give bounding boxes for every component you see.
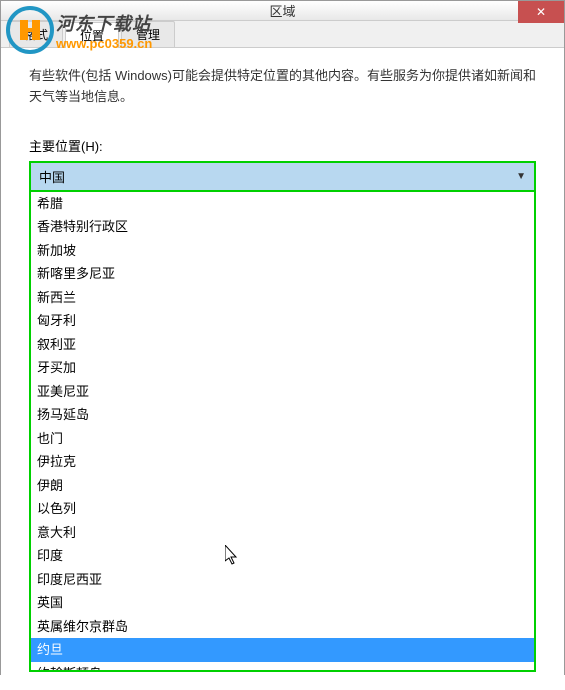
tab-format[interactable]: 格式 — [9, 21, 63, 47]
dropdown-option[interactable]: 印度尼西亚 — [31, 568, 534, 592]
dropdown-option[interactable]: 亚美尼亚 — [31, 380, 534, 404]
dropdown-option[interactable]: 也门 — [31, 427, 534, 451]
dropdown-option[interactable]: 牙买加 — [31, 356, 534, 380]
dropdown-option[interactable]: 希腊 — [31, 192, 534, 216]
tab-strip: 格式 位置 管理 — [1, 21, 564, 48]
region-dialog-window: 区域 ✕ 格式 位置 管理 有些软件(包括 Windows)可能会提供特定位置的… — [0, 0, 565, 675]
dropdown-option[interactable]: 新西兰 — [31, 286, 534, 310]
dropdown-option[interactable]: 叙利亚 — [31, 333, 534, 357]
primary-location-label: 主要位置(H): — [29, 136, 536, 155]
dropdown-option[interactable]: 伊朗 — [31, 474, 534, 498]
dropdown-option[interactable]: 新喀里多尼亚 — [31, 262, 534, 286]
dropdown-option[interactable]: 以色列 — [31, 497, 534, 521]
dropdown-option[interactable]: 印度 — [31, 544, 534, 568]
tab-admin[interactable]: 管理 — [121, 21, 175, 47]
dropdown-option[interactable]: 英属维尔京群岛 — [31, 615, 534, 639]
close-icon: ✕ — [536, 5, 546, 19]
dropdown-option[interactable]: 约旦 — [31, 638, 534, 662]
dropdown-option[interactable]: 匈牙利 — [31, 309, 534, 333]
close-button[interactable]: ✕ — [518, 1, 564, 23]
description-text: 有些软件(包括 Windows)可能会提供特定位置的其他内容。有些服务为你提供诸… — [29, 66, 536, 108]
chevron-down-icon: ▼ — [516, 171, 526, 182]
location-combobox[interactable]: 中国 ▼ — [29, 161, 536, 192]
dropdown-option[interactable]: 约翰斯顿岛 — [31, 662, 534, 672]
combobox-value: 中国 — [39, 167, 65, 186]
dropdown-option[interactable]: 扬马延岛 — [31, 403, 534, 427]
tab-location[interactable]: 位置 — [65, 22, 119, 48]
dropdown-option[interactable]: 英国 — [31, 591, 534, 615]
titlebar: 区域 ✕ — [1, 1, 564, 21]
dropdown-option[interactable]: 新加坡 — [31, 239, 534, 263]
window-title: 区域 — [269, 1, 295, 20]
location-dropdown-list[interactable]: 希腊香港特别行政区新加坡新喀里多尼亚新西兰匈牙利叙利亚牙买加亚美尼亚扬马延岛也门… — [29, 192, 536, 672]
content-area: 有些软件(包括 Windows)可能会提供特定位置的其他内容。有些服务为你提供诸… — [1, 48, 564, 690]
dropdown-option[interactable]: 伊拉克 — [31, 450, 534, 474]
dropdown-option[interactable]: 意大利 — [31, 521, 534, 545]
dropdown-option[interactable]: 香港特别行政区 — [31, 215, 534, 239]
